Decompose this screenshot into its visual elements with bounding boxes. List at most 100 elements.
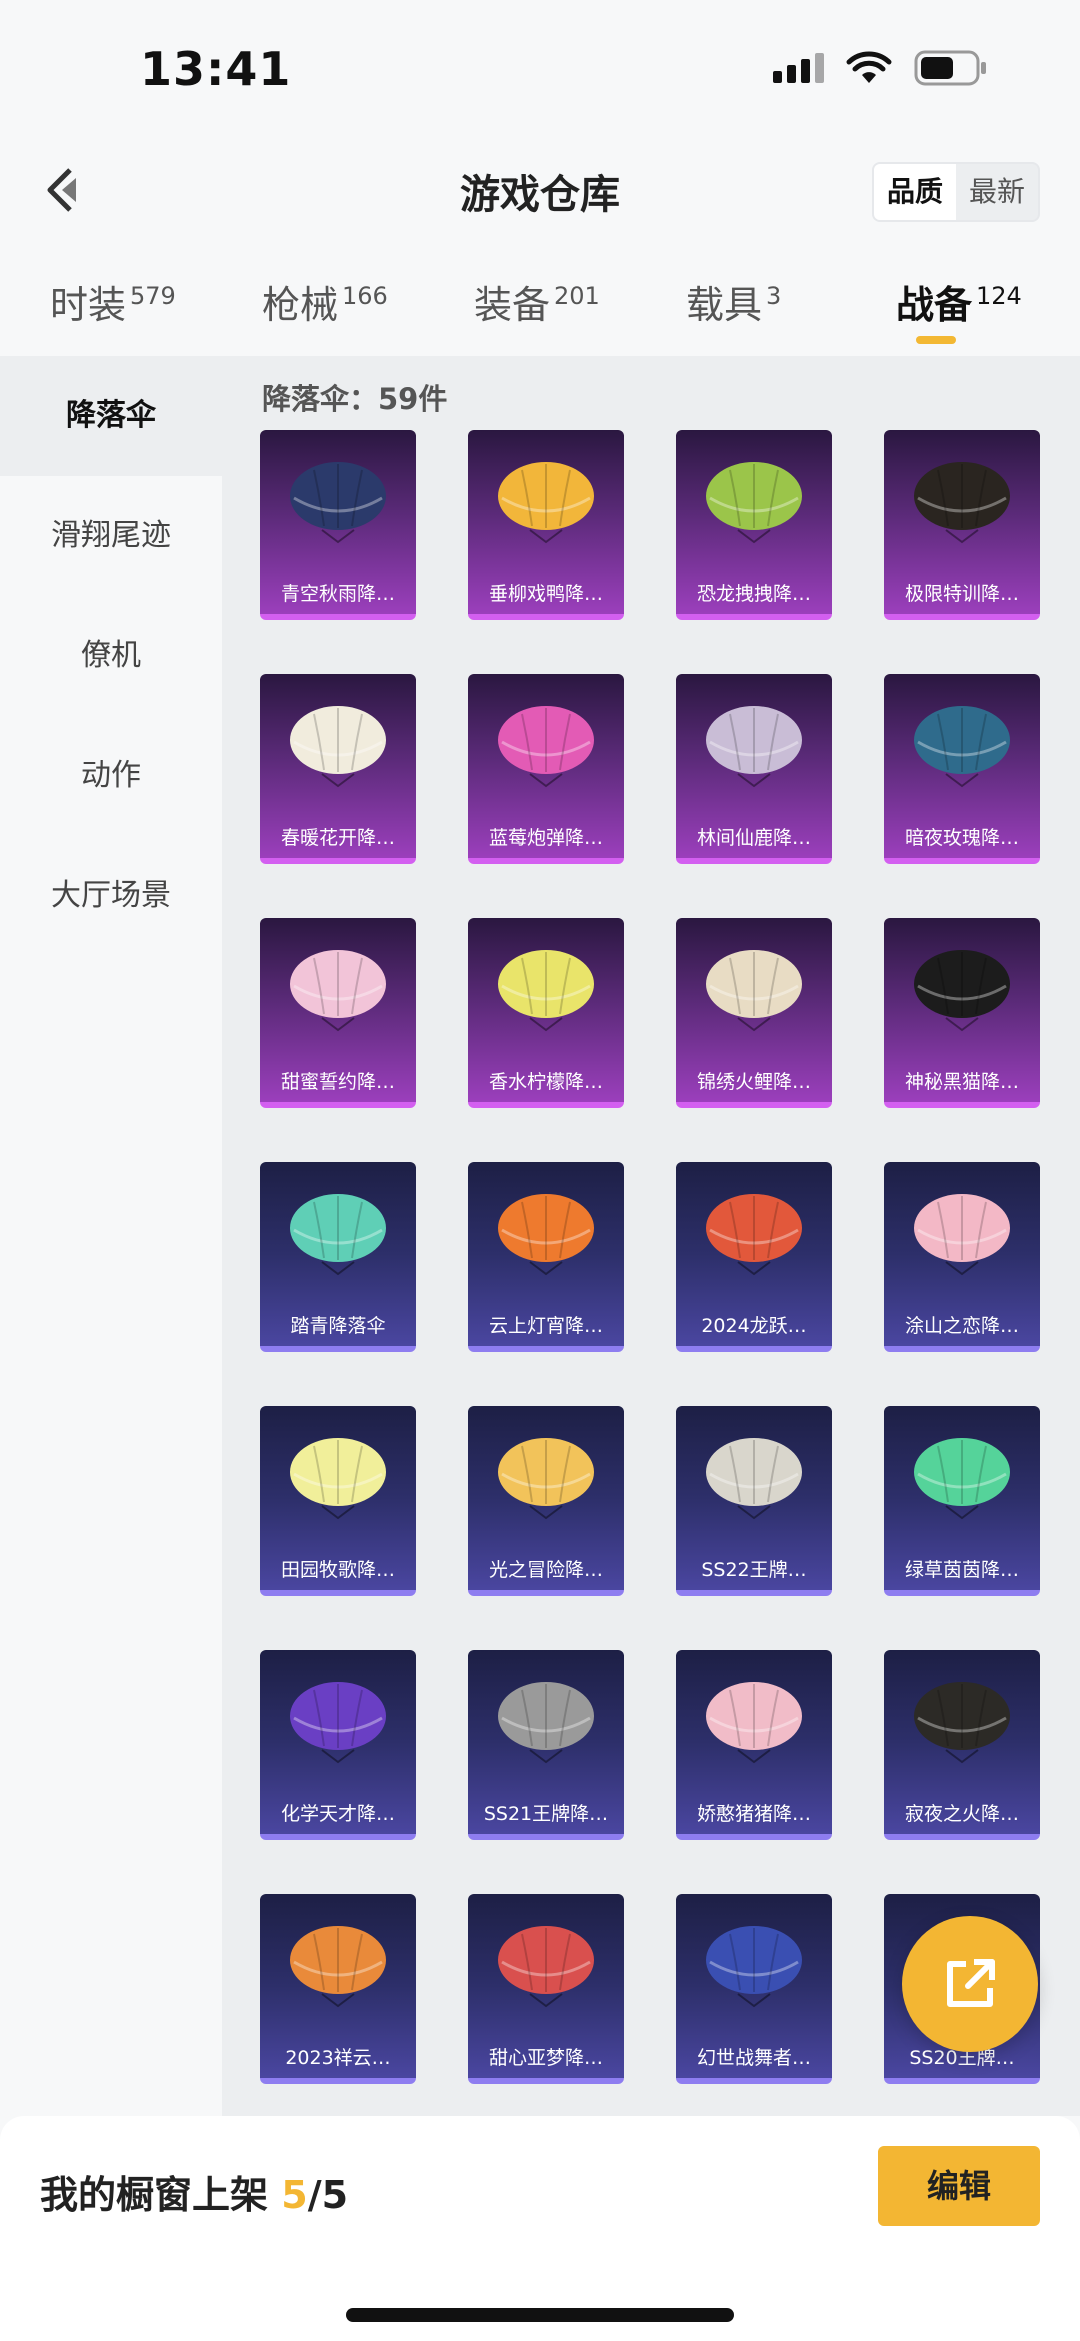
- parachute-icon: [706, 462, 802, 544]
- edit-button[interactable]: 编辑: [878, 2146, 1040, 2226]
- item-name: 光之冒险降…: [488, 1559, 603, 1581]
- battery-icon: [914, 50, 988, 86]
- tab-count: 201: [554, 282, 600, 311]
- external-link-icon: [947, 1959, 995, 2007]
- tab-label: 载具: [686, 283, 763, 327]
- parachute-item-card[interactable]: 2024龙跃…: [676, 1162, 832, 1352]
- tab-vehicles[interactable]: 载具 3: [686, 274, 781, 329]
- item-name: 涂山之恋降…: [904, 1315, 1019, 1337]
- item-name: 踏青降落伞: [290, 1315, 386, 1337]
- sidebar-item-emote[interactable]: 动作: [0, 716, 222, 836]
- tab-count: 579: [130, 282, 176, 311]
- parachute-item-card[interactable]: 极限特训降…: [884, 430, 1040, 620]
- item-name: 锦绣火鲤降…: [696, 1071, 811, 1093]
- parachute-icon: [290, 1682, 386, 1764]
- parachute-icon: [706, 706, 802, 788]
- parachute-item-card[interactable]: 锦绣火鲤降…: [676, 918, 832, 1108]
- item-name: 甜心亚梦降…: [488, 2047, 603, 2069]
- parachute-item-card[interactable]: 涂山之恋降…: [884, 1162, 1040, 1352]
- parachute-item-card[interactable]: SS22王牌…: [676, 1406, 832, 1596]
- tab-count: 3: [766, 282, 782, 311]
- parachute-item-card[interactable]: 恐龙拽拽降…: [676, 430, 832, 620]
- item-name: 恐龙拽拽降…: [696, 583, 811, 605]
- sort-toggle[interactable]: 品质 最新: [872, 162, 1040, 222]
- parachute-item-card[interactable]: 踏青降落伞: [260, 1162, 416, 1352]
- parachute-icon: [290, 1194, 386, 1276]
- tab-count: 166: [342, 282, 388, 311]
- tab-equipment[interactable]: 装备 201: [474, 274, 600, 329]
- tab-weapons[interactable]: 枪械 166: [262, 274, 388, 329]
- sidebar: 降落伞 滑翔尾迹 僚机 动作 大厅场景: [0, 356, 222, 2116]
- item-grid: 青空秋雨降… 垂柳戏鸭降… 恐龙拽拽降… 极限特训降… 春暖花开降… 蓝莓炮弹降… 林间仙鹿…: [260, 430, 1040, 2084]
- parachute-icon: [498, 462, 594, 544]
- wifi-icon: [846, 51, 892, 85]
- category-tabs: 时装 579 枪械 166 装备 201 载具 3 战备 124: [0, 260, 1080, 356]
- sidebar-item-lobby-scene[interactable]: 大厅场景: [0, 836, 222, 956]
- parachute-item-card[interactable]: SS21王牌降…: [468, 1650, 624, 1840]
- shelf-label: 我的橱窗上架: [40, 2173, 269, 2217]
- parachute-item-card[interactable]: 幻世战舞者…: [676, 1894, 832, 2084]
- parachute-icon: [290, 462, 386, 544]
- tab-battle-gear[interactable]: 战备 124: [896, 274, 1022, 329]
- cellular-signal-icon: [773, 53, 824, 83]
- parachute-item-card[interactable]: 2023祥云…: [260, 1894, 416, 2084]
- parachute-item-card[interactable]: 甜蜜誓约降…: [260, 918, 416, 1108]
- share-button[interactable]: [902, 1916, 1038, 2052]
- header: 游戏仓库 品质 最新: [0, 140, 1080, 240]
- parachute-item-card[interactable]: 蓝莓炮弹降…: [468, 674, 624, 864]
- parachute-item-card[interactable]: 林间仙鹿降…: [676, 674, 832, 864]
- parachute-icon: [706, 1682, 802, 1764]
- tab-count: 124: [976, 282, 1022, 311]
- sidebar-item-wingman[interactable]: 僚机: [0, 596, 222, 716]
- parachute-item-card[interactable]: 垂柳戏鸭降…: [468, 430, 624, 620]
- shelf-current-count: 5: [281, 2173, 308, 2217]
- parachute-icon: [290, 1926, 386, 2008]
- status-time: 13:41: [140, 42, 292, 96]
- parachute-item-card[interactable]: 绿草茵茵降…: [884, 1406, 1040, 1596]
- tab-label: 装备: [474, 283, 551, 327]
- parachute-icon: [706, 950, 802, 1032]
- parachute-item-card[interactable]: 光之冒险降…: [468, 1406, 624, 1596]
- item-content: 降落伞：59件 青空秋雨降… 垂柳戏鸭降… 恐龙拽拽降… 极限特训降… 春暖花开降… 蓝莓…: [222, 356, 1080, 2116]
- parachute-item-card[interactable]: 香水柠檬降…: [468, 918, 624, 1108]
- parachute-icon: [498, 1926, 594, 2008]
- item-name: SS22王牌…: [701, 1559, 807, 1581]
- parachute-icon: [914, 1438, 1010, 1520]
- sort-newest-option[interactable]: 最新: [956, 164, 1038, 220]
- active-tab-indicator: [916, 336, 956, 344]
- parachute-item-card[interactable]: 云上灯宵降…: [468, 1162, 624, 1352]
- parachute-item-card[interactable]: 神秘黑猫降…: [884, 918, 1040, 1108]
- parachute-item-card[interactable]: 青空秋雨降…: [260, 430, 416, 620]
- sort-quality-option[interactable]: 品质: [874, 164, 956, 220]
- sidebar-item-parachute[interactable]: 降落伞: [0, 356, 222, 476]
- parachute-item-card[interactable]: 化学天才降…: [260, 1650, 416, 1840]
- parachute-icon: [498, 1194, 594, 1276]
- parachute-item-card[interactable]: 暗夜玫瑰降…: [884, 674, 1040, 864]
- sidebar-item-glide-trail[interactable]: 滑翔尾迹: [0, 476, 222, 596]
- parachute-item-card[interactable]: 寂夜之火降…: [884, 1650, 1040, 1840]
- parachute-icon: [914, 462, 1010, 544]
- parachute-item-card[interactable]: 娇憨猪猪降…: [676, 1650, 832, 1840]
- parachute-icon: [706, 1438, 802, 1520]
- parachute-icon: [290, 950, 386, 1032]
- status-icons: [773, 50, 988, 86]
- item-name: 2024龙跃…: [701, 1315, 807, 1337]
- item-name: 化学天才降…: [280, 1803, 395, 1825]
- parachute-icon: [498, 950, 594, 1032]
- parachute-icon: [914, 706, 1010, 788]
- parachute-item-card[interactable]: 田园牧歌降…: [260, 1406, 416, 1596]
- parachute-item-card[interactable]: 春暖花开降…: [260, 674, 416, 864]
- item-name: 甜蜜誓约降…: [280, 1071, 395, 1093]
- tab-fashion[interactable]: 时装 579: [50, 274, 176, 329]
- parachute-icon: [290, 706, 386, 788]
- parachute-item-card[interactable]: 甜心亚梦降…: [468, 1894, 624, 2084]
- parachute-icon: [914, 1194, 1010, 1276]
- parachute-icon: [498, 706, 594, 788]
- status-bar: 13:41: [0, 0, 1080, 140]
- item-name: 幻世战舞者…: [696, 2047, 811, 2069]
- parachute-icon: [498, 1438, 594, 1520]
- item-name: 极限特训降…: [904, 583, 1019, 605]
- parachute-icon: [706, 1926, 802, 2008]
- item-name: 香水柠檬降…: [488, 1071, 603, 1093]
- item-name: 2023祥云…: [285, 2047, 391, 2069]
